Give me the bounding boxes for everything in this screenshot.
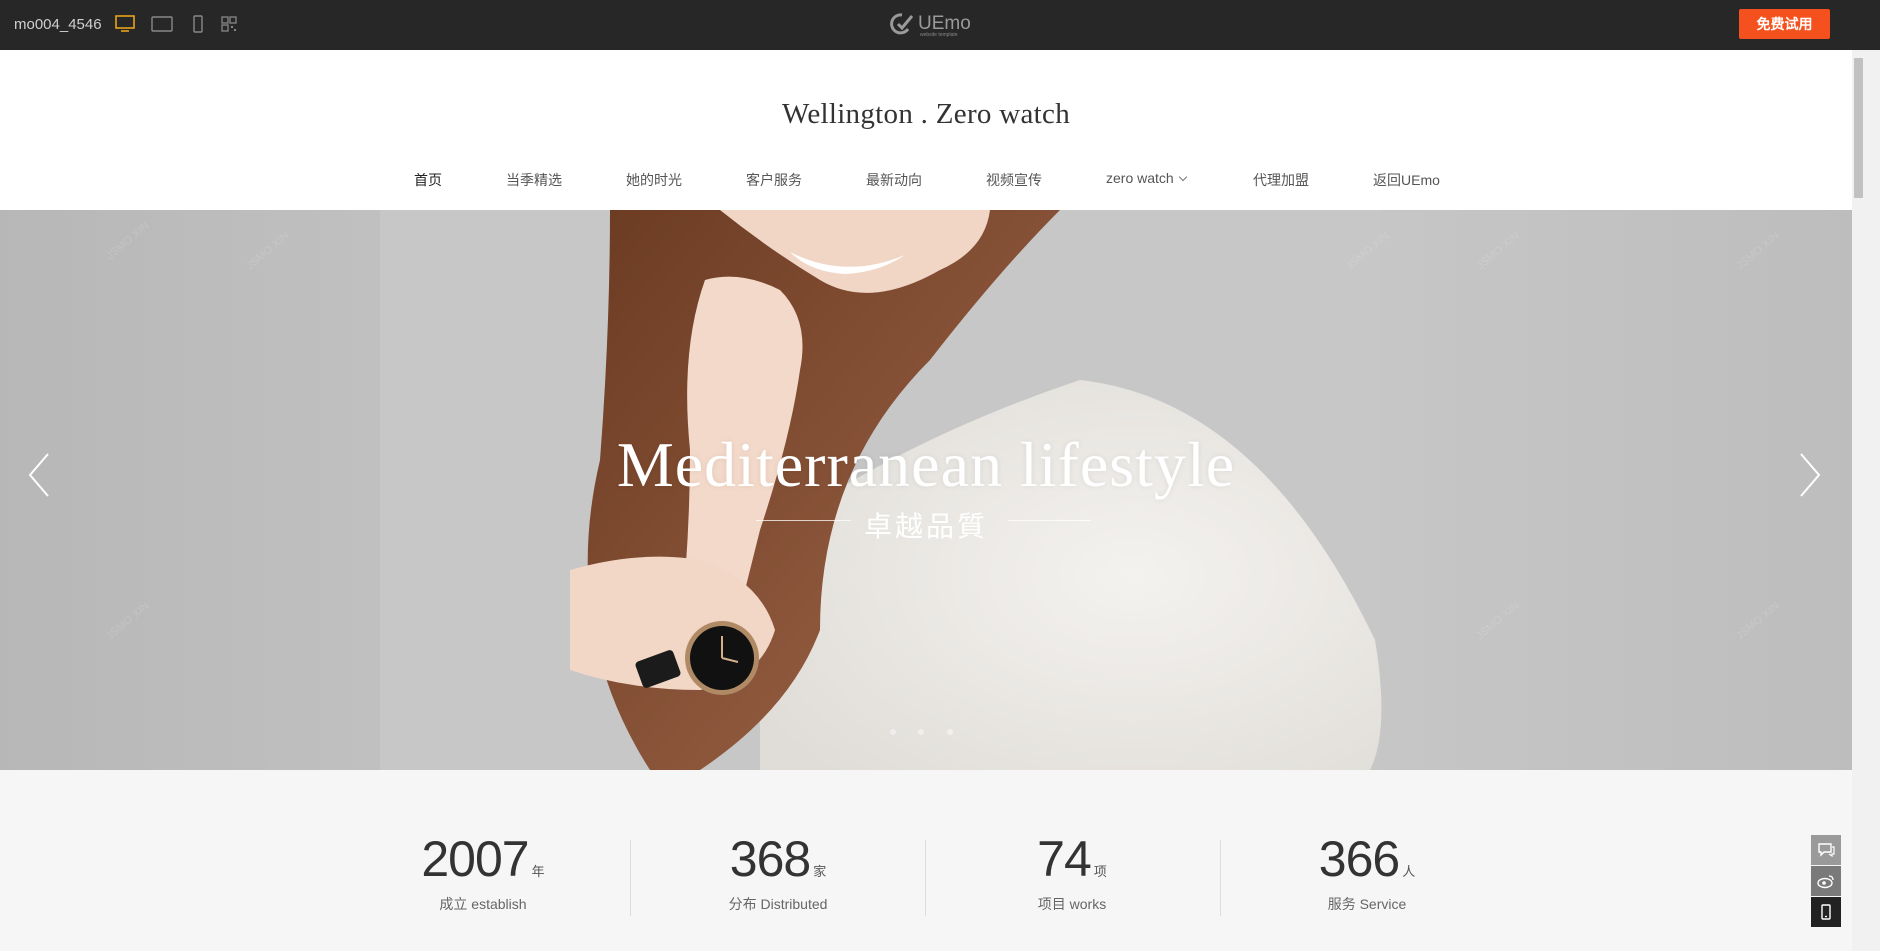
- nav-item-seasonal[interactable]: 当季精选: [506, 170, 562, 190]
- stat-unit: 年: [531, 864, 545, 879]
- tablet-landscape-icon[interactable]: [151, 15, 173, 33]
- chat-icon[interactable]: [1811, 835, 1841, 865]
- watermark-text: JSMO XIN: [104, 600, 152, 643]
- stat-established: 2007 年 成立 establish: [358, 830, 608, 914]
- nav-item-customer-service[interactable]: 客户服务: [746, 170, 802, 190]
- watermark-text: JSMO XIN: [1474, 600, 1522, 643]
- stat-unit: 家: [813, 864, 827, 879]
- scrollbar-thumb[interactable]: [1854, 58, 1863, 198]
- weibo-icon[interactable]: [1811, 866, 1841, 896]
- side-tools: [1811, 835, 1841, 928]
- free-trial-button[interactable]: 免费试用: [1739, 9, 1830, 39]
- prev-slide-arrow[interactable]: [24, 450, 64, 510]
- stat-unit: 人: [1402, 864, 1416, 879]
- stat-number: 366: [1318, 831, 1400, 887]
- stat-label: 服务 Service: [1327, 896, 1407, 912]
- divider: [925, 840, 926, 916]
- stat-number: 368: [729, 831, 811, 887]
- divider: [1008, 520, 1091, 521]
- stats-section: 2007 年 成立 establish 368 家 分布 Distributed 7…: [0, 770, 1852, 951]
- slide-pagination: [890, 722, 971, 740]
- nav-item-news[interactable]: 最新动向: [866, 170, 922, 190]
- stat-number: 2007: [421, 831, 529, 887]
- desktop-icon[interactable]: [115, 15, 135, 33]
- divider: [630, 840, 631, 916]
- uemo-logo[interactable]: UEmo website template: [888, 9, 978, 39]
- divider: [1220, 840, 1221, 916]
- logo-text: UEmo: [918, 13, 971, 34]
- stat-distributed: 368 家 分布 Distributed: [653, 830, 903, 914]
- nav-item-video[interactable]: 视频宣传: [986, 170, 1042, 190]
- nav-item-her-time[interactable]: 她的时光: [626, 170, 682, 190]
- qrcode-icon[interactable]: [221, 15, 237, 33]
- logo-subtext: website template: [920, 32, 958, 38]
- nav-item-zero-watch[interactable]: zero watch: [1106, 170, 1187, 186]
- hero-slider[interactable]: JSMO XIN JSMO XIN JSMO XIN JSMO XIN JSMO…: [0, 210, 1852, 770]
- watermark-text: JSMO XIN: [1734, 230, 1782, 273]
- stat-label: 成立 establish: [439, 896, 527, 912]
- slide-dot[interactable]: [918, 729, 925, 735]
- stat-label: 分布 Distributed: [728, 896, 828, 912]
- preview-toolbar: mo004_4546 UEmo website template 免费试用: [0, 0, 1880, 50]
- stat-service: 366 人 服务 Service: [1242, 830, 1492, 914]
- nav-item-zero-watch-label: zero watch: [1106, 170, 1174, 186]
- page-content: Wellington . Zero watch 首页 当季精选 她的时光 客户服…: [0, 50, 1852, 951]
- site-title[interactable]: Wellington . Zero watch: [0, 98, 1852, 131]
- next-slide-arrow[interactable]: [1795, 450, 1835, 510]
- slide-dot[interactable]: [946, 729, 953, 735]
- slide-dot[interactable]: [890, 729, 896, 735]
- nav-item-franchise[interactable]: 代理加盟: [1253, 170, 1309, 190]
- nav-item-back-uemo[interactable]: 返回UEmo: [1373, 170, 1440, 190]
- watermark-text: JSMO XIN: [244, 230, 292, 273]
- template-code: mo004_4546: [14, 16, 102, 33]
- watermark-text: JSMO XIN: [1474, 230, 1522, 273]
- hero-title: Mediterranean lifestyle: [616, 429, 1236, 500]
- stat-unit: 项: [1093, 864, 1107, 879]
- stat-number: 74: [1037, 831, 1092, 887]
- stat-label: 项目 works: [1037, 896, 1107, 912]
- watermark-text: JSMO XIN: [1734, 600, 1782, 643]
- scrollbar[interactable]: [1852, 50, 1880, 951]
- nav-item-home[interactable]: 首页: [414, 170, 442, 190]
- chevron-down-icon: [1178, 172, 1187, 182]
- hero-subtitle: 卓越品質: [863, 510, 988, 543]
- watermark-text: JSMO XIN: [104, 220, 152, 263]
- mobile-icon[interactable]: [193, 15, 203, 33]
- main-nav: 首页 当季精选 她的时光 客户服务 最新动向 视频宣传 zero watch 代…: [0, 170, 1852, 190]
- stat-works: 74 项 项目 works: [947, 830, 1197, 914]
- mobile-icon[interactable]: [1811, 897, 1841, 927]
